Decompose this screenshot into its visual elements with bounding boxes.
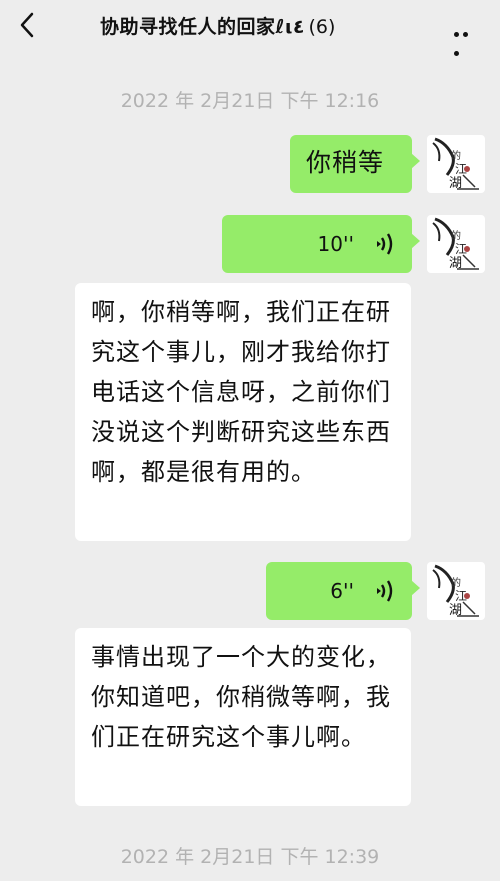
message-text: 啊，你稍等啊，我们正在研究这个事儿，刚才我给你打电话这个信息呀，之前你们没说这个… (91, 298, 391, 486)
voice-duration: 10'' (317, 232, 354, 256)
group-name: 协助寻找任人的回家ℓι٤ (100, 16, 305, 38)
timestamp: 2022 年 2月21日 下午 12:16 (120, 90, 380, 112)
ink-painting-avatar: 的 江 湖 (432, 564, 479, 618)
voice-message: 10'' (222, 215, 412, 273)
other-message-bubble[interactable]: 啊，你稍等啊，我们正在研究这个事儿，刚才我给你打电话这个信息呀，之前你们没说这个… (75, 283, 411, 541)
svg-text:的: 的 (451, 576, 461, 589)
voice-wave-icon (377, 580, 393, 602)
chat-header: 协助寻找任人的回家ℓι٤ (6) (0, 0, 500, 56)
message-text: 事情出现了一个大的变化，你知道吧，你稍微等啊，我们正在研究这个事儿啊。 (91, 643, 391, 751)
timestamp: 2022 年 2月21日 下午 12:39 (120, 846, 380, 868)
avatar[interactable]: 的 江 湖 (427, 215, 485, 273)
my-voice-bubble[interactable]: 6'' (266, 562, 420, 620)
ink-painting-avatar: 的 江 湖 (432, 217, 479, 271)
svg-text:的: 的 (451, 229, 461, 242)
voice-message: 6'' (266, 562, 412, 620)
other-message-bubble[interactable]: 事情出现了一个大的变化，你知道吧，你稍微等啊，我们正在研究这个事儿啊。 (75, 628, 411, 806)
my-message-bubble[interactable]: 你稍等 (290, 135, 420, 193)
chevron-left-icon[interactable] (14, 10, 42, 40)
ink-painting-avatar: 的 江 湖 (432, 137, 479, 191)
chat-title: 协助寻找任人的回家ℓι٤ (6) (100, 12, 335, 39)
avatar[interactable]: 的 江 湖 (427, 562, 485, 620)
more-dots-icon[interactable] (454, 22, 478, 56)
voice-wave-icon (377, 233, 393, 255)
my-voice-bubble[interactable]: 10'' (222, 215, 420, 273)
member-count: (6) (308, 16, 336, 38)
message-text: 你稍等 (306, 148, 385, 177)
svg-text:的: 的 (451, 149, 461, 162)
avatar[interactable]: 的 江 湖 (427, 135, 485, 193)
voice-duration: 6'' (330, 579, 354, 603)
